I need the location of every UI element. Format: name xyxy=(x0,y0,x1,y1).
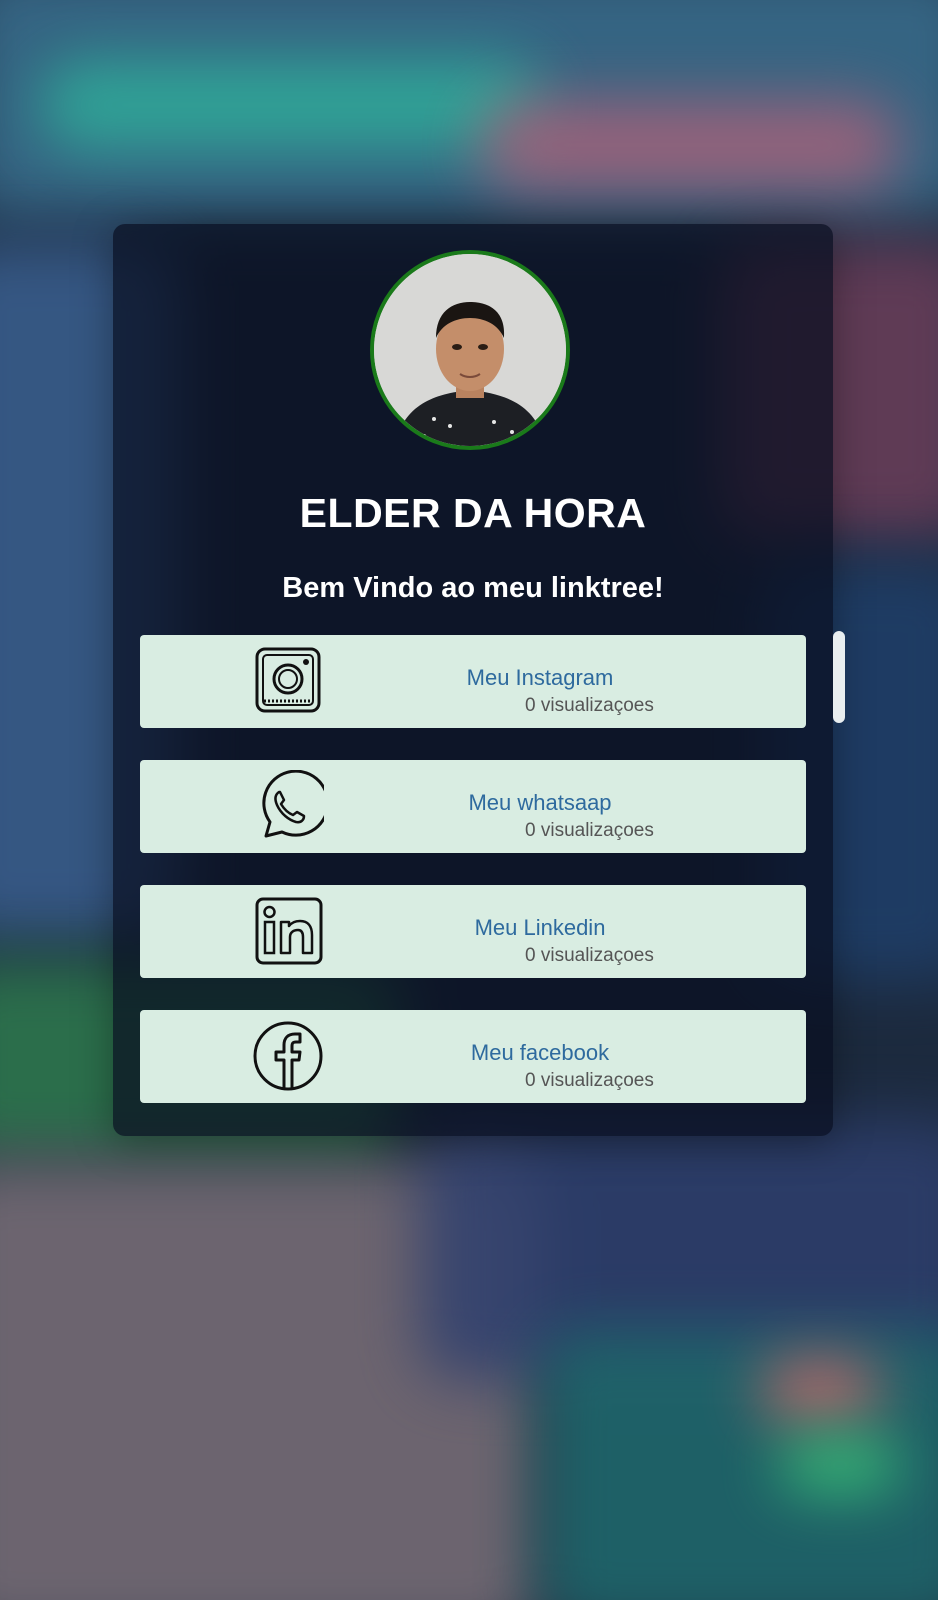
linkedin-icon xyxy=(255,897,323,965)
facebook-link-card[interactable]: Meu facebook 0 visualizaçoes xyxy=(140,1010,806,1103)
avatar xyxy=(370,250,570,450)
facebook-view-count: 0 visualizaçoes xyxy=(525,1070,654,1091)
whatsapp-icon xyxy=(262,770,324,838)
profile-panel: ELDER DA HORA Bem Vindo ao meu linktree!… xyxy=(113,224,833,1136)
welcome-message: Bem Vindo ao meu linktree! xyxy=(282,572,664,604)
instagram-link-card[interactable]: Meu Instagram 0 visualizaçoes xyxy=(140,635,806,728)
whatsapp-link-card[interactable]: Meu whatsaap 0 visualizaçoes xyxy=(140,760,806,853)
facebook-icon xyxy=(253,1021,323,1091)
instagram-view-count: 0 visualizaçoes xyxy=(525,695,654,716)
instagram-icon xyxy=(255,647,321,713)
linkedin-view-count: 0 visualizaçoes xyxy=(525,945,654,966)
whatsapp-view-count: 0 visualizaçoes xyxy=(525,820,654,841)
scrollbar-thumb[interactable] xyxy=(833,631,845,723)
profile-name: ELDER DA HORA xyxy=(299,490,647,536)
avatar-photo xyxy=(374,254,566,446)
linkedin-link-card[interactable]: Meu Linkedin 0 visualizaçoes xyxy=(140,885,806,978)
